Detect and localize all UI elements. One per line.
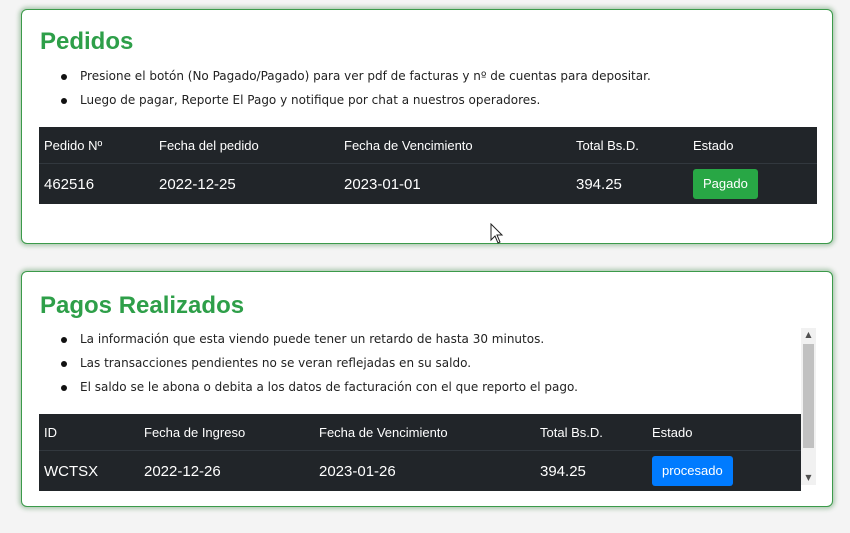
- mouse-cursor-icon: [490, 223, 504, 244]
- processed-status-button[interactable]: procesado: [652, 456, 733, 486]
- payments-note: El saldo se le abona o debita a los dato…: [40, 375, 578, 399]
- payments-header-date: Fecha de Ingreso: [139, 414, 314, 451]
- payment-due-date: 2023-01-26: [319, 462, 396, 480]
- payments-header-due: Fecha de Vencimiento: [314, 414, 535, 451]
- order-id: 462516: [44, 175, 95, 193]
- payments-header-id: ID: [39, 414, 139, 451]
- payments-header-total: Total Bs.D.: [535, 414, 647, 451]
- orders-header-due: Fecha de Vencimiento: [339, 127, 571, 164]
- order-total: 394.25: [576, 175, 622, 193]
- payments-notes: La información que esta viendo puede ten…: [40, 327, 578, 399]
- payment-id: WCTSX: [44, 462, 99, 480]
- orders-note: Luego de pagar, Reporte El Pago y notifi…: [40, 88, 651, 112]
- scroll-down-arrow-icon[interactable]: ▼: [801, 471, 816, 485]
- scroll-up-arrow-icon[interactable]: ▲: [801, 328, 816, 342]
- payments-header-row: ID Fecha de Ingreso Fecha de Vencimiento…: [39, 414, 801, 451]
- payments-note: Las transacciones pendientes no se veran…: [40, 351, 578, 375]
- order-due-date: 2023-01-01: [344, 175, 421, 193]
- paid-status-button[interactable]: Pagado: [693, 169, 758, 199]
- payments-table: ID Fecha de Ingreso Fecha de Vencimiento…: [39, 414, 801, 491]
- orders-header-total: Total Bs.D.: [571, 127, 688, 164]
- payment-status-cell: procesado: [647, 451, 801, 492]
- payments-note: La información que esta viendo puede ten…: [40, 327, 578, 351]
- scrollbar-thumb[interactable]: [803, 344, 814, 448]
- payment-date: 2022-12-26: [144, 462, 221, 480]
- orders-table: Pedido Nº Fecha del pedido Fecha de Venc…: [39, 127, 817, 204]
- orders-note: Presione el botón (No Pagado/Pagado) par…: [40, 64, 651, 88]
- table-row: WCTSX 2022-12-26 2023-01-26 394.25 proce…: [39, 451, 801, 492]
- payments-scrollbar[interactable]: ▲ ▼: [801, 328, 816, 485]
- orders-header-row: Pedido Nº Fecha del pedido Fecha de Venc…: [39, 127, 817, 164]
- orders-card: Pedidos Presione el botón (No Pagado/Pag…: [21, 9, 833, 244]
- orders-header-date: Fecha del pedido: [154, 127, 339, 164]
- order-status-cell: Pagado: [688, 164, 817, 205]
- orders-notes: Presione el botón (No Pagado/Pagado) par…: [40, 64, 651, 112]
- orders-header-status: Estado: [688, 127, 817, 164]
- payments-card: Pagos Realizados La información que esta…: [21, 271, 833, 507]
- table-row: 462516 2022-12-25 2023-01-01 394.25 Paga…: [39, 164, 817, 205]
- payment-total: 394.25: [540, 462, 586, 480]
- orders-title: Pedidos: [40, 28, 134, 55]
- payments-header-status: Estado: [647, 414, 801, 451]
- order-date: 2022-12-25: [159, 175, 236, 193]
- payments-title: Pagos Realizados: [40, 292, 245, 319]
- orders-header-id: Pedido Nº: [39, 127, 154, 164]
